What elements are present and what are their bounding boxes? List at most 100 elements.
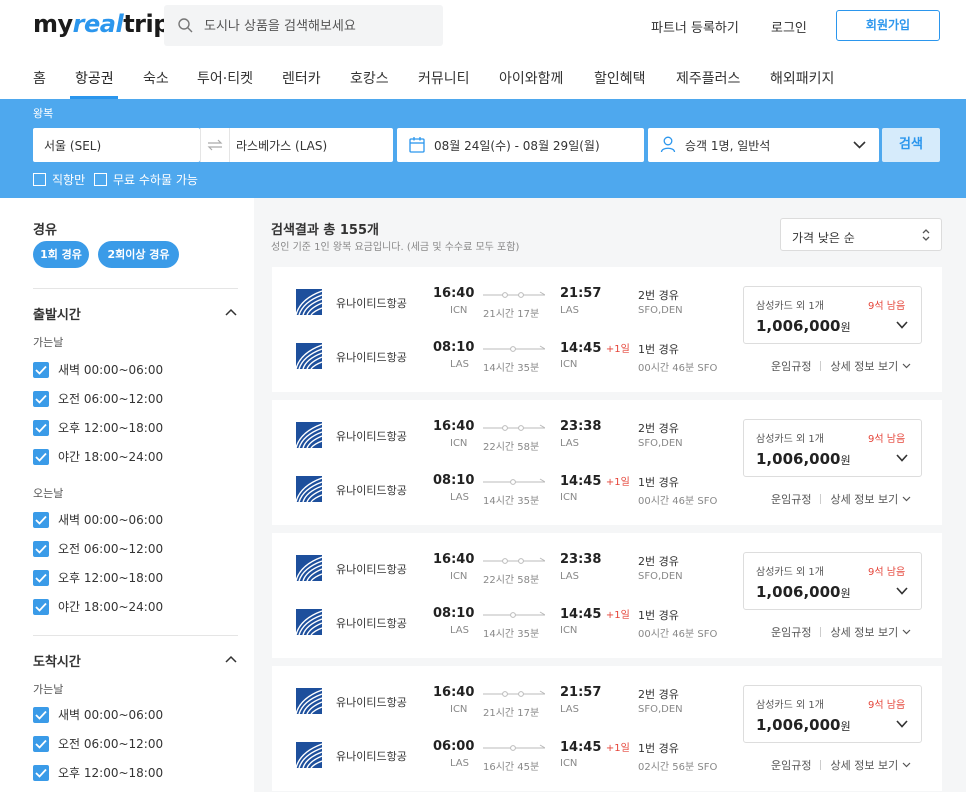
- checkbox-checked: [33, 598, 49, 615]
- filter-divider: [33, 288, 238, 289]
- arr-out-afternoon-checkbox[interactable]: 오후 12:00~18:00: [33, 764, 163, 781]
- flight-result-card[interactable]: 유나이티드항공 16:40 ICN 21시간 17분 21:57 LAS 2번 …: [272, 666, 942, 791]
- flight-result-card[interactable]: 유나이티드항공 16:40 ICN 22시간 58분 23:38 LAS 2번 …: [272, 533, 942, 658]
- nav-tours-tickets[interactable]: 투어·티켓: [197, 68, 253, 88]
- date-field[interactable]: 08월 24일(수) - 08월 29일(월): [397, 128, 644, 162]
- time-slot-label: 오후 12:00~18:00: [58, 421, 164, 435]
- checkbox-checked: [33, 735, 49, 752]
- seats-left-badge: 9석 남음: [868, 567, 906, 578]
- nav-overseas-package[interactable]: 해외패키지: [770, 68, 834, 88]
- passenger-field[interactable]: 승객 1명, 일반석: [648, 128, 879, 162]
- price-box[interactable]: 삼성카드 외 1개 9석 남음 1,006,000원: [743, 552, 922, 610]
- chevron-down-icon[interactable]: [896, 321, 908, 329]
- stopover-airports: SFO,DEN: [638, 305, 683, 316]
- multi-stop-pill[interactable]: 2회이상 경유: [98, 241, 179, 268]
- arrival-time: 14:45 +1일: [560, 341, 630, 356]
- chevron-up-icon[interactable]: [225, 655, 237, 663]
- destination-field[interactable]: 라스베가스 (LAS): [230, 128, 393, 162]
- inbound-leg: 유나이티드항공 08:10 LAS 14시간 35분 14:45 +1일 ICN…: [272, 604, 722, 652]
- dep-out-morning-checkbox[interactable]: 오전 06:00~12:00: [33, 390, 163, 407]
- nav-hocance[interactable]: 호캉스: [350, 68, 389, 88]
- details-link[interactable]: 상세 정보 보기: [830, 757, 898, 773]
- departure-time: 08:10: [433, 473, 475, 488]
- nav-home[interactable]: 홈: [33, 68, 46, 88]
- arrival-time: 23:38: [560, 552, 602, 567]
- sort-select[interactable]: 가격 낮은 순: [780, 218, 942, 251]
- nav-flights[interactable]: 항공권: [75, 68, 114, 88]
- time-slot-label: 새벽 00:00~06:00: [58, 708, 164, 722]
- stopover-airports: 00시간 46분 SFO: [638, 363, 718, 374]
- site-search-box[interactable]: [164, 5, 443, 46]
- partner-register-link[interactable]: 파트너 등록하기: [651, 17, 739, 36]
- arr-out-dawn-checkbox[interactable]: 새벽 00:00~06:00: [33, 706, 163, 723]
- login-link[interactable]: 로그인: [771, 17, 807, 36]
- next-day-badge: +1일: [605, 477, 630, 488]
- one-stop-pill[interactable]: 1회 경유: [33, 241, 89, 268]
- dep-ret-dawn-checkbox[interactable]: 새벽 00:00~06:00: [33, 511, 163, 528]
- details-link[interactable]: 상세 정보 보기: [830, 624, 898, 640]
- dep-ret-morning-checkbox[interactable]: 오전 06:00~12:00: [33, 540, 163, 557]
- nav-community[interactable]: 커뮤니티: [418, 68, 470, 88]
- nav-discounts[interactable]: 할인혜택: [594, 68, 646, 88]
- flight-result-card[interactable]: 유나이티드항공 16:40 ICN 22시간 58분 23:38 LAS 2번 …: [272, 400, 942, 525]
- departure-time: 16:40: [433, 685, 475, 700]
- swap-cities-button[interactable]: [200, 128, 230, 162]
- departure-time: 16:40: [433, 552, 475, 567]
- user-icon: [660, 136, 676, 153]
- fare-price: 1,006,000원: [756, 583, 851, 601]
- stopover-airports: 00시간 46분 SFO: [638, 629, 718, 640]
- price-box[interactable]: 삼성카드 외 1개 9석 남음 1,006,000원: [743, 286, 922, 344]
- myrealtrip-logo[interactable]: myrealtrip: [33, 10, 170, 38]
- dep-ret-night-checkbox[interactable]: 야간 18:00~24:00: [33, 598, 163, 615]
- route-line-icon: [483, 744, 545, 751]
- nav-rentcar[interactable]: 렌터카: [282, 68, 321, 88]
- direct-only-checkbox[interactable]: 직항만: [33, 171, 85, 188]
- flight-result-card[interactable]: 유나이티드항공 16:40 ICN 21시간 17분 21:57 LAS 2번 …: [272, 267, 942, 392]
- time-slot-label: 오후 12:00~18:00: [58, 766, 164, 780]
- origin-field[interactable]: 서울 (SEL): [33, 128, 200, 162]
- checkbox-checked: [33, 361, 49, 378]
- arrival-airport-code: LAS: [560, 571, 579, 582]
- checkbox-box: [33, 173, 46, 186]
- chevron-down-icon: [902, 496, 911, 502]
- dep-out-afternoon-checkbox[interactable]: 오후 12:00~18:00: [33, 419, 163, 436]
- details-link[interactable]: 상세 정보 보기: [830, 491, 898, 507]
- seats-left-badge: 9석 남음: [868, 301, 906, 312]
- united-airlines-logo: [296, 476, 322, 502]
- link-divider: [820, 494, 822, 504]
- arrival-airport-code: LAS: [560, 438, 579, 449]
- checkbox-box: [94, 173, 107, 186]
- dep-out-night-checkbox[interactable]: 야간 18:00~24:00: [33, 448, 163, 465]
- dep-ret-afternoon-checkbox[interactable]: 오후 12:00~18:00: [33, 569, 163, 586]
- arrival-time: 23:38: [560, 419, 602, 434]
- united-airlines-logo: [296, 609, 322, 635]
- arr-out-morning-checkbox[interactable]: 오전 06:00~12:00: [33, 735, 163, 752]
- price-box[interactable]: 삼성카드 외 1개 9석 남음 1,006,000원: [743, 685, 922, 743]
- departure-airport-code: LAS: [450, 625, 469, 636]
- fare-rules-link[interactable]: 운임규정: [771, 491, 811, 507]
- chevron-down-icon[interactable]: [896, 454, 908, 462]
- nav-stay[interactable]: 숙소: [143, 68, 169, 88]
- search-input[interactable]: [204, 15, 434, 37]
- results-price-note: 성인 기준 1인 왕복 요금입니다. (세금 및 수수료 모두 포함): [271, 242, 520, 253]
- chevron-down-icon[interactable]: [896, 587, 908, 595]
- airline-name: 유나이티드항공: [336, 696, 407, 709]
- chevron-down-icon[interactable]: [896, 720, 908, 728]
- search-button[interactable]: 검색: [882, 128, 940, 162]
- price-box[interactable]: 삼성카드 외 1개 9석 남음 1,006,000원: [743, 419, 922, 477]
- departure-time: 16:40: [433, 419, 475, 434]
- dep-out-dawn-checkbox[interactable]: 새벽 00:00~06:00: [33, 361, 163, 378]
- free-baggage-checkbox[interactable]: 무료 수하물 가능: [94, 171, 198, 188]
- trip-type-label[interactable]: 왕복: [33, 105, 53, 121]
- time-slot-label: 야간 18:00~24:00: [58, 450, 164, 464]
- signup-button[interactable]: 회원가입: [836, 10, 940, 41]
- chevron-up-icon[interactable]: [225, 308, 237, 316]
- next-day-badge: +1일: [605, 344, 630, 355]
- fare-rules-link[interactable]: 운임규정: [771, 358, 811, 374]
- nav-jeju-plus[interactable]: 제주플러스: [676, 68, 740, 88]
- fare-rules-link[interactable]: 운임규정: [771, 757, 811, 773]
- nav-with-kids[interactable]: 아이와함께: [499, 68, 563, 88]
- fare-rules-link[interactable]: 운임규정: [771, 624, 811, 640]
- details-link[interactable]: 상세 정보 보기: [830, 358, 898, 374]
- airline-name: 유나이티드항공: [336, 617, 407, 630]
